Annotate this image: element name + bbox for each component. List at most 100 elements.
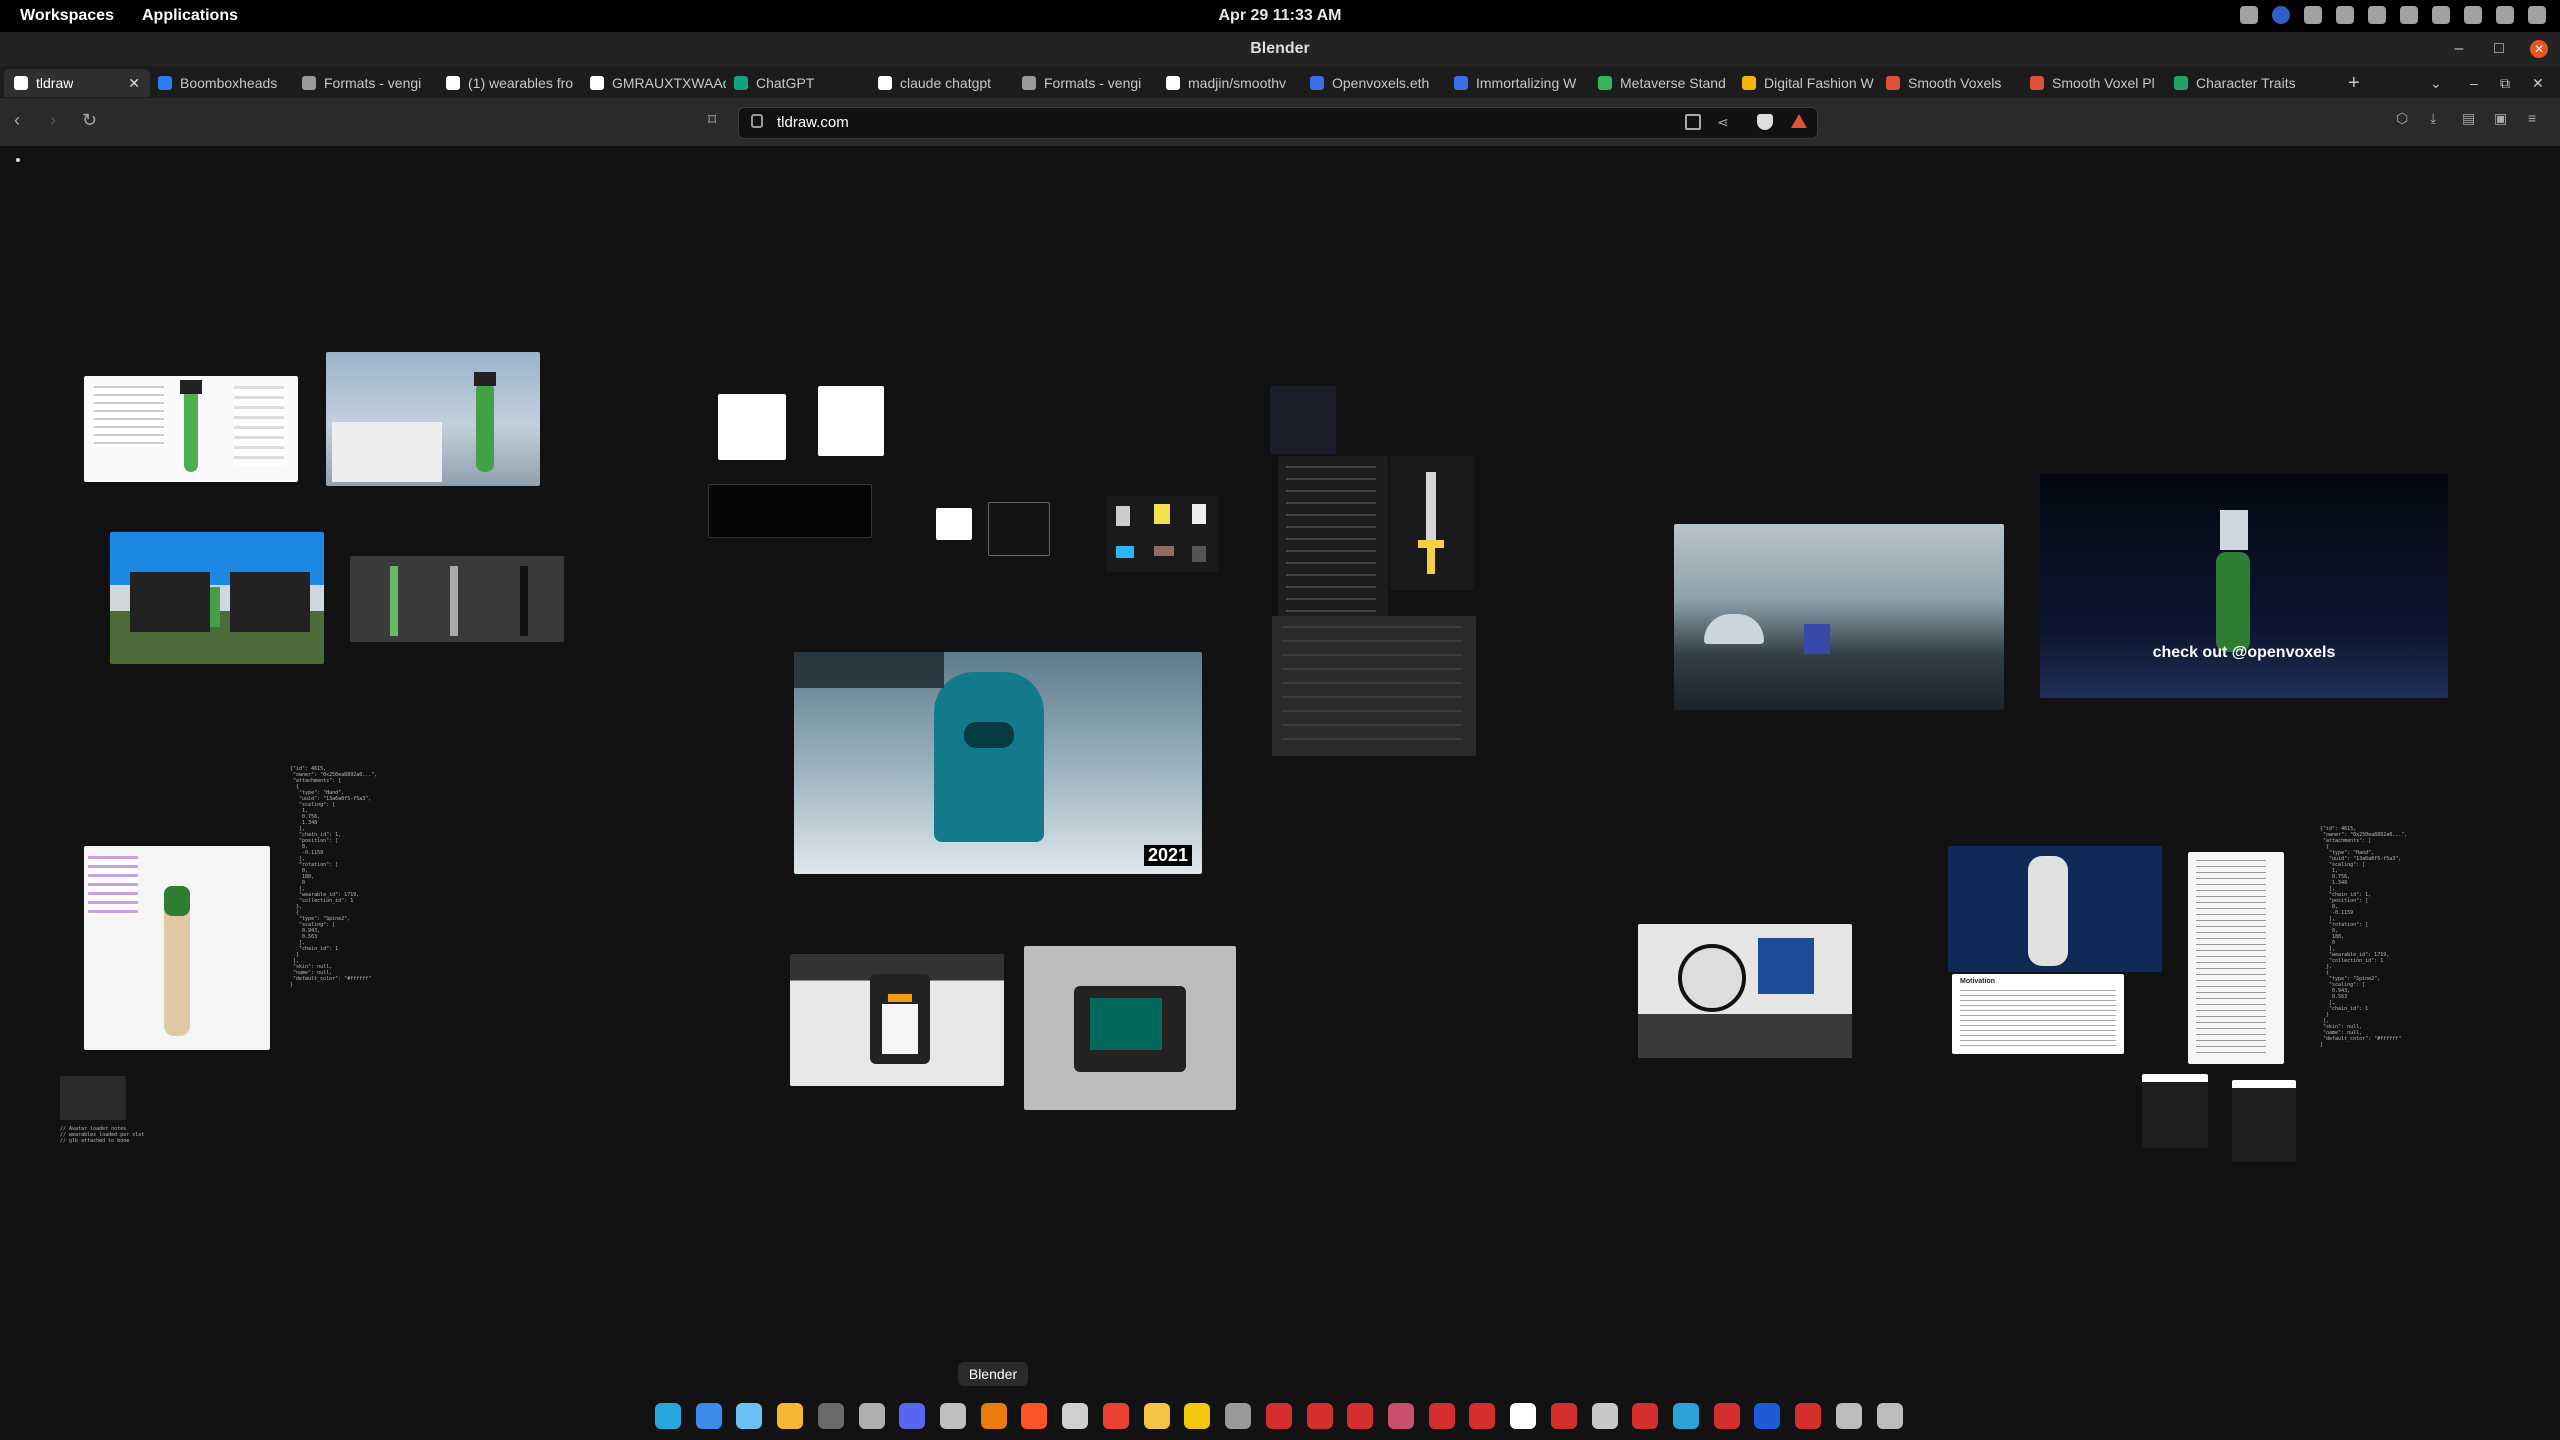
- cast-icon[interactable]: [1685, 114, 1701, 130]
- tab-16[interactable]: Character Traits: [2164, 69, 2310, 97]
- json-doc-card[interactable]: [2188, 852, 2284, 1064]
- back-icon[interactable]: ‹: [14, 110, 20, 131]
- dock-app-icon[interactable]: [1225, 1403, 1252, 1429]
- clock[interactable]: Apr 29 11:33 AM: [1218, 7, 1341, 24]
- rewards-icon[interactable]: [1791, 114, 1807, 128]
- tab-10[interactable]: Openvoxels.eth: [1300, 69, 1446, 97]
- dock-app-icon[interactable]: [777, 1403, 804, 1429]
- tab-1[interactable]: tldraw ✕: [4, 69, 150, 97]
- vpn-icon[interactable]: [2272, 6, 2290, 24]
- bookmark-icon[interactable]: ⌑: [708, 110, 716, 130]
- bluetooth-icon[interactable]: [2336, 6, 2354, 24]
- power-icon[interactable]: [2528, 6, 2546, 24]
- voxel-penguin-render[interactable]: [790, 954, 1004, 1086]
- sidebar-icon[interactable]: ▤: [2462, 110, 2475, 127]
- tab-8[interactable]: Formats - vengi: [1012, 69, 1158, 97]
- dock-app-icon[interactable]: [1143, 1403, 1170, 1429]
- dock-app-icon[interactable]: [940, 1403, 967, 1429]
- marketplace-card[interactable]: [1270, 386, 1336, 454]
- openvoxels-avatar-render[interactable]: check out @openvoxels: [2040, 474, 2448, 698]
- note-card-1[interactable]: [2142, 1074, 2208, 1148]
- screenshot-avatar-turnaround[interactable]: [350, 556, 564, 642]
- dock-app-icon[interactable]: [1306, 1403, 1333, 1429]
- reload-icon[interactable]: ↻: [82, 110, 97, 131]
- display-icon[interactable]: [2400, 6, 2418, 24]
- tab-9[interactable]: madjin/smoothv: [1156, 69, 1302, 97]
- tab-7[interactable]: claude chatgpt: [868, 69, 1014, 97]
- minimize-icon[interactable]: –: [2470, 69, 2486, 97]
- screenshot-thumbnail-small[interactable]: [60, 1076, 126, 1120]
- restore-icon[interactable]: ⧉: [2500, 69, 2516, 97]
- close-window-icon[interactable]: ✕: [2532, 69, 2548, 97]
- url-text[interactable]: tldraw.com: [777, 114, 849, 131]
- dock-app-icon[interactable]: [1102, 1403, 1129, 1429]
- tldraw-canvas[interactable]: {"id": 4615, "owner": "0x250ea8892a0..."…: [0, 146, 2560, 1380]
- settings-panel-card[interactable]: [1272, 616, 1476, 756]
- tab-15[interactable]: Smooth Voxel Pl: [2020, 69, 2166, 97]
- anime-avatar-screenshot[interactable]: [1948, 846, 2162, 972]
- lake-scene-render[interactable]: [1674, 524, 2004, 710]
- tab-5[interactable]: GMRAUXTXWAAdi: [580, 69, 726, 97]
- dock-app-icon[interactable]: [736, 1403, 763, 1429]
- tab-11[interactable]: Immortalizing W: [1444, 69, 1590, 97]
- workspaces-menu[interactable]: Workspaces: [12, 7, 122, 25]
- tab-12[interactable]: Metaverse Stand: [1588, 69, 1734, 97]
- dock-app-icon[interactable]: [1632, 1403, 1659, 1429]
- tab-13[interactable]: Digital Fashion W: [1732, 69, 1878, 97]
- dock-app-icon[interactable]: [1713, 1403, 1740, 1429]
- dock-app-icon[interactable]: [1428, 1403, 1455, 1429]
- minimize-icon[interactable]: –: [2450, 40, 2468, 58]
- motivation-doc-card[interactable]: Motivation: [1952, 974, 2124, 1054]
- discord-tray-icon[interactable]: [2368, 6, 2386, 24]
- voxel-avatars-pair[interactable]: [1638, 924, 1852, 1058]
- note-card-2[interactable]: [2232, 1080, 2296, 1162]
- wallet-icon[interactable]: ▣: [2494, 110, 2507, 127]
- gold-item-image[interactable]: [988, 502, 1050, 556]
- tweet-card-1[interactable]: [718, 394, 786, 460]
- dock-app-icon[interactable]: [1795, 1403, 1822, 1429]
- dock-app-icon[interactable]: [1876, 1403, 1903, 1429]
- tab-2[interactable]: Boomboxheads: [148, 69, 294, 97]
- screenshot-avatar-editor[interactable]: [84, 376, 298, 482]
- sword-render[interactable]: [1390, 456, 1474, 590]
- dock-app-icon[interactable]: [1835, 1403, 1862, 1429]
- dock-app-icon[interactable]: [1591, 1403, 1618, 1429]
- dock-app-icon[interactable]: [655, 1403, 681, 1429]
- volume-icon[interactable]: [2464, 6, 2482, 24]
- dock-app-icon[interactable]: [1265, 1403, 1292, 1429]
- dock-app-icon[interactable]: [1184, 1403, 1211, 1429]
- voxel-tv-render[interactable]: [1024, 946, 1236, 1110]
- dock-app-icon[interactable]: [858, 1403, 885, 1429]
- tab-6[interactable]: ChatGPT: [724, 69, 870, 97]
- menu-icon[interactable]: ≡: [2528, 110, 2536, 126]
- forward-icon[interactable]: ›: [50, 110, 56, 131]
- sync-icon[interactable]: [2304, 6, 2322, 24]
- share-icon[interactable]: ⋖: [1717, 114, 1733, 130]
- key-icon[interactable]: [2432, 6, 2450, 24]
- sneaker-image[interactable]: [936, 508, 972, 540]
- terminal-log-card[interactable]: [708, 484, 872, 538]
- voxel-items-grid[interactable]: [1106, 496, 1218, 572]
- applications-menu[interactable]: Applications: [134, 7, 246, 25]
- dock-app-icon[interactable]: [1021, 1403, 1048, 1429]
- downloads-icon[interactable]: ⤓: [2430, 110, 2436, 127]
- close-tab-icon[interactable]: ✕: [128, 75, 140, 92]
- clipboard-icon[interactable]: [2240, 6, 2258, 24]
- screenshot-avatar-world[interactable]: [326, 352, 540, 486]
- dock-app-icon[interactable]: [1469, 1403, 1496, 1429]
- dock-app-icon[interactable]: [695, 1403, 722, 1429]
- dock-app-icon[interactable]: [1754, 1403, 1781, 1429]
- dock-app-icon[interactable]: [1062, 1403, 1089, 1429]
- extensions-icon[interactable]: ⬡: [2396, 110, 2408, 127]
- tab-4[interactable]: (1) wearables fro: [436, 69, 582, 97]
- new-tab-button[interactable]: +: [2348, 69, 2368, 97]
- tab-3[interactable]: Formats - vengi: [292, 69, 438, 97]
- shield-icon[interactable]: [1757, 114, 1773, 130]
- maximize-icon[interactable]: □: [2490, 40, 2508, 58]
- dock-app-icon[interactable]: [980, 1403, 1007, 1429]
- dock-app-icon[interactable]: [817, 1403, 844, 1429]
- tweet-card-2[interactable]: [818, 386, 884, 456]
- voxel-ghost-render[interactable]: 2021: [794, 652, 1202, 874]
- dock-app-icon[interactable]: [1347, 1403, 1374, 1429]
- screenshot-character-page[interactable]: [84, 846, 270, 1050]
